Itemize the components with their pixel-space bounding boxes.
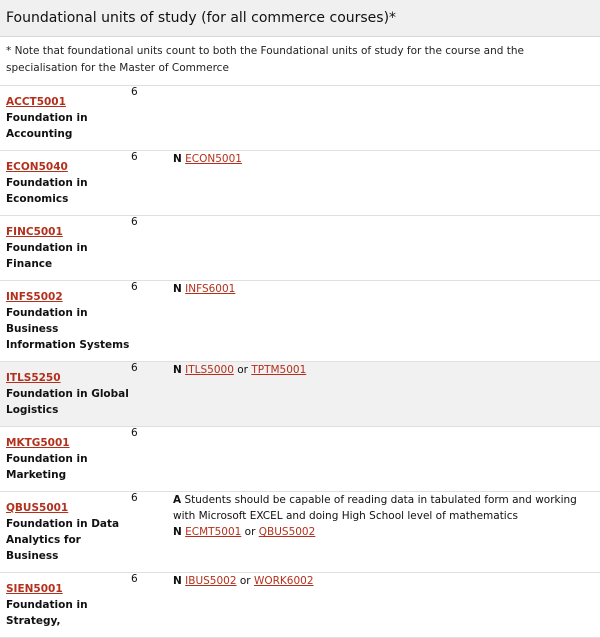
unit-code-link[interactable]: MKTG5001	[6, 435, 131, 451]
requirement-type: N	[173, 575, 182, 587]
section-title: Foundational units of study (for all com…	[6, 10, 397, 26]
foundational-note: * Note that foundational units count to …	[0, 37, 600, 86]
unit-code-link[interactable]: FINC5001	[6, 224, 131, 240]
credit-points-cell: 6	[131, 216, 173, 281]
unit-title: Foundation in Global Logistics	[6, 388, 129, 416]
unit-title: Foundation in Data Analytics for Busines…	[6, 518, 120, 562]
requirement-type: A	[173, 494, 182, 506]
requirement-unit-link[interactable]: TPTM5001	[251, 364, 306, 376]
requirements-cell: A Students should be capable of reading …	[173, 492, 600, 573]
requirement-type: N	[173, 153, 182, 165]
unit-code-link[interactable]: ACCT5001	[6, 94, 131, 110]
unit-cell: ECON5040 Foundation in Economics	[0, 151, 131, 216]
credit-points: 6	[131, 492, 138, 504]
requirements-cell: N IBUS5002 or WORK6002	[173, 573, 600, 638]
requirement-line: N ITLS5000 or TPTM5001	[173, 362, 592, 378]
credit-points: 6	[131, 281, 138, 293]
requirement-type: N	[173, 364, 182, 376]
unit-cell: ACCT5001 Foundation in Accounting	[0, 86, 131, 151]
unit-title: Foundation in Finance	[6, 242, 88, 270]
credit-points: 6	[131, 427, 138, 439]
requirement-text: Students should be capable of reading da…	[173, 494, 577, 522]
unit-cell: FINC5001 Foundation in Finance	[0, 216, 131, 281]
requirement-line: N ECON5001	[173, 151, 592, 167]
credit-points: 6	[131, 362, 138, 374]
table-row: ITLS5250 Foundation in Global Logistics 6 N…	[0, 361, 600, 427]
units-table-body: ACCT5001 Foundation in Accounting 6 ECON504…	[0, 86, 600, 638]
page: Foundational units of study (for all com…	[0, 0, 600, 638]
unit-cell: QBUS5001 Foundation in Data Analytics for…	[0, 492, 131, 573]
section-header: Foundational units of study (for all com…	[0, 0, 600, 37]
unit-cell: INFS5002 Foundation in Business Informati…	[0, 281, 131, 362]
unit-cell: SIEN5001 Foundation in Strategy,	[0, 573, 131, 638]
requirement-unit-link[interactable]: ECON5001	[185, 153, 242, 165]
requirement-unit-link[interactable]: WORK6002	[254, 575, 314, 587]
requirements-cell	[173, 216, 600, 281]
requirements-cell: N ITLS5000 or TPTM5001	[173, 362, 600, 427]
unit-cell: MKTG5001 Foundation in Marketing	[0, 427, 131, 492]
unit-title: Foundation in Economics	[6, 177, 88, 205]
unit-title: Foundation in Strategy,	[6, 599, 88, 627]
table-row: ACCT5001 Foundation in Accounting 6	[0, 86, 600, 151]
requirements-cell: N ECON5001	[173, 151, 600, 216]
credit-points: 6	[131, 86, 138, 98]
requirement-joiner: or	[239, 575, 251, 587]
credit-points: 6	[131, 151, 138, 163]
requirement-joiner: or	[237, 364, 248, 376]
table-row: INFS5002 Foundation in Business Informati…	[0, 281, 600, 362]
requirement-line: N IBUS5002 or WORK6002	[173, 573, 592, 589]
credit-points: 6	[131, 216, 138, 228]
table-row: QBUS5001 Foundation in Data Analytics for…	[0, 492, 600, 573]
credit-points-cell: 6	[131, 492, 173, 573]
credit-points-cell: 6	[131, 427, 173, 492]
unit-cell: ITLS5250 Foundation in Global Logistics	[0, 362, 131, 427]
table-row: MKTG5001 Foundation in Marketing 6	[0, 427, 600, 492]
requirements-cell	[173, 427, 600, 492]
requirement-unit-link[interactable]: ITLS5000	[185, 364, 234, 376]
requirements-cell: N INFS6001	[173, 281, 600, 362]
credit-points-cell: 6	[131, 86, 173, 151]
unit-title: Foundation in Accounting	[6, 112, 88, 140]
unit-code-link[interactable]: SIEN5001	[6, 581, 131, 597]
unit-code-link[interactable]: INFS5002	[6, 289, 131, 305]
table-row: ECON5040 Foundation in Economics 6 N ECON50…	[0, 151, 600, 216]
credit-points-cell: 6	[131, 151, 173, 216]
requirements-cell	[173, 86, 600, 151]
credit-points-cell: 6	[131, 362, 173, 427]
units-table: ACCT5001 Foundation in Accounting 6 ECON504…	[0, 86, 600, 638]
requirement-line: N ECMT5001 or QBUS5002	[173, 524, 592, 540]
unit-title: Foundation in Marketing	[6, 453, 88, 481]
unit-code-link[interactable]: ECON5040	[6, 159, 131, 175]
credit-points: 6	[131, 573, 138, 585]
table-row: FINC5001 Foundation in Finance 6	[0, 216, 600, 281]
unit-code-link[interactable]: ITLS5250	[6, 370, 131, 386]
table-row: SIEN5001 Foundation in Strategy, 6 N IBUS50…	[0, 573, 600, 638]
unit-code-link[interactable]: QBUS5001	[6, 500, 131, 516]
credit-points-cell: 6	[131, 281, 173, 362]
unit-title: Foundation in Business Information Syste…	[6, 307, 130, 351]
requirement-unit-link[interactable]: IBUS5002	[185, 575, 236, 587]
credit-points-cell: 6	[131, 573, 173, 638]
requirement-line: N INFS6001	[173, 281, 592, 297]
requirement-line: A Students should be capable of reading …	[173, 492, 592, 524]
requirement-type: N	[173, 283, 182, 295]
requirement-unit-link[interactable]: INFS6001	[185, 283, 235, 295]
